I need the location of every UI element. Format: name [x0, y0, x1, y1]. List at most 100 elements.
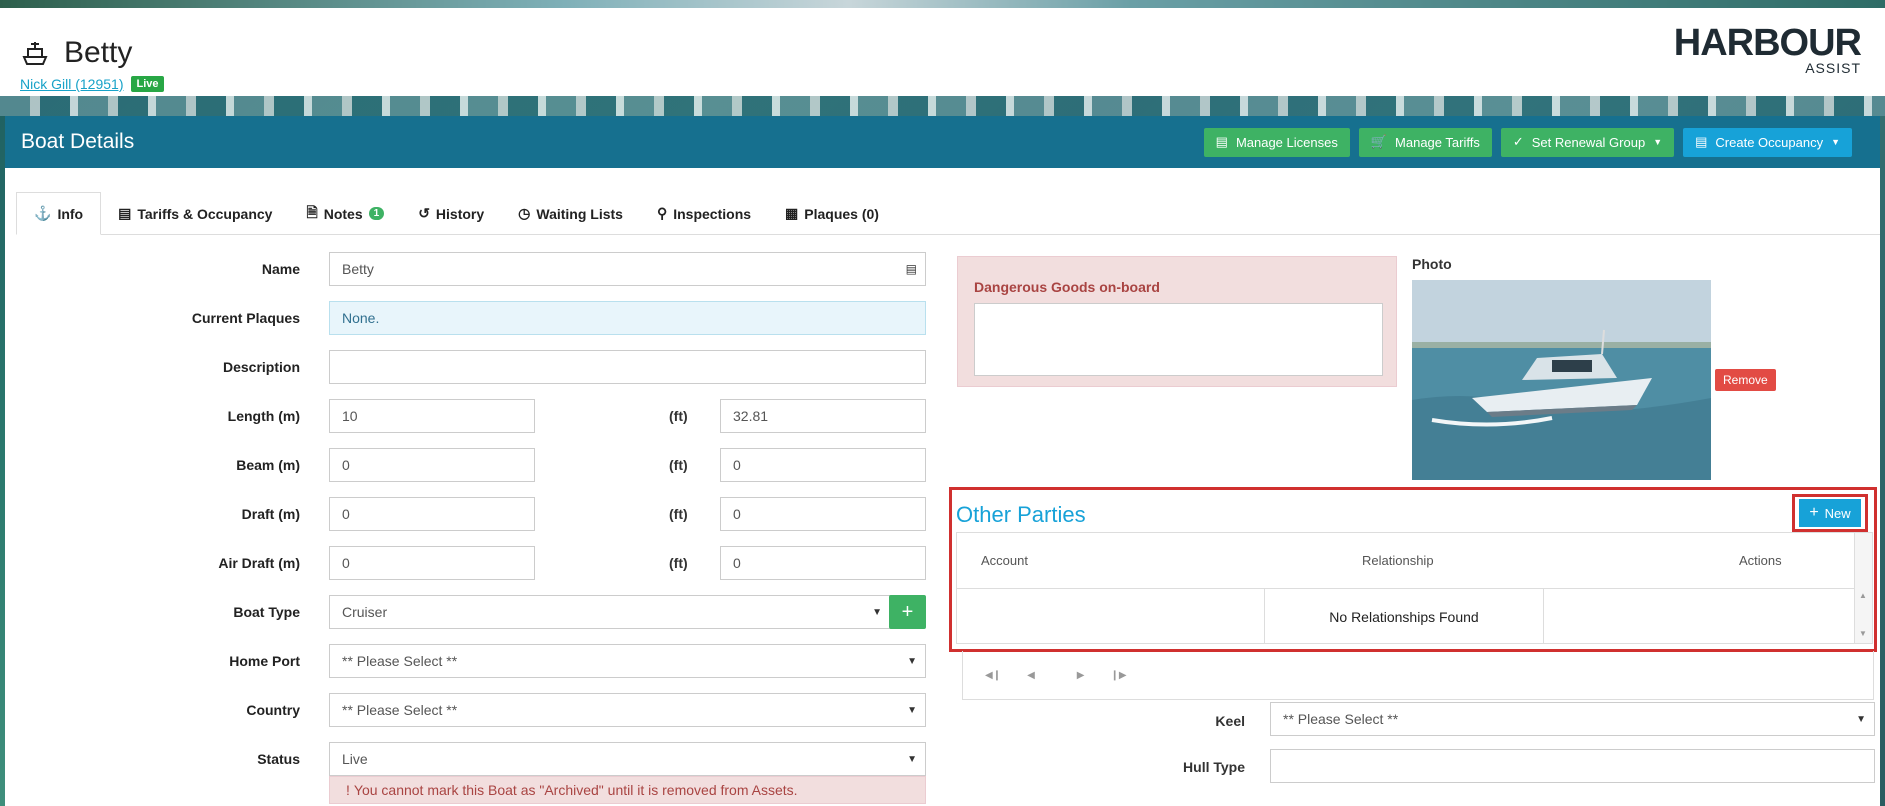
home-port-label: Home Port [229, 653, 300, 669]
tab-waiting-lists[interactable]: ◷ Waiting Lists [501, 192, 640, 235]
manage-licenses-button[interactable]: ▤ Manage Licenses [1203, 127, 1350, 157]
tab-label: Info [57, 205, 84, 222]
tab-tariffs-occupancy[interactable]: ▤ Tariffs & Occupancy [101, 192, 289, 235]
ft-label: (ft) [669, 555, 688, 571]
warning-icon: ! [346, 782, 350, 798]
description-label: Description [222, 359, 300, 375]
chevron-down-icon: ▼ [907, 753, 917, 765]
ft-label: (ft) [669, 457, 688, 473]
plus-icon: + [1809, 504, 1819, 521]
photo-label: Photo [1412, 256, 1452, 272]
new-party-button-highlight: + New [1792, 494, 1868, 532]
column-header-relationship[interactable]: Relationship [1362, 553, 1434, 568]
boat-details-panel: Boat Details ▤ Manage Licenses 🛒 Manage … [5, 116, 1880, 806]
owner-link[interactable]: Nick Gill (12951) [20, 76, 123, 92]
column-header-account[interactable]: Account [981, 553, 1028, 568]
tab-label: Plaques (0) [804, 205, 879, 222]
notes-count-badge: 1 [368, 207, 385, 220]
name-label: Name [261, 261, 300, 277]
manage-tariffs-button[interactable]: 🛒 Manage Tariffs [1358, 127, 1492, 157]
remove-photo-button[interactable]: Remove [1715, 369, 1776, 391]
caret-down-icon: ▼ [1653, 137, 1663, 147]
hull-type-input[interactable] [1270, 749, 1875, 783]
new-party-button[interactable]: + New [1799, 499, 1861, 527]
background-aerial-strip [0, 0, 1885, 8]
dangerous-goods-textarea[interactable] [974, 303, 1383, 376]
other-parties-table: Account Relationship Actions No Relation… [956, 532, 1873, 644]
next-page-icon[interactable]: ▶ [1077, 670, 1085, 681]
tab-history[interactable]: ↺ History [401, 192, 501, 235]
airdraft-ft-input[interactable]: 0 [720, 546, 926, 580]
country-label: Country [246, 702, 300, 718]
caret-down-icon: ▼ [1831, 137, 1840, 147]
scroll-up-icon[interactable]: ▲ [1859, 591, 1867, 600]
status-warning-text: You cannot mark this Boat as "Archived" … [353, 782, 798, 798]
draft-m-input[interactable]: 0 [329, 497, 535, 531]
tab-label: Inspections [673, 205, 752, 222]
airdraft-m-input[interactable]: 0 [329, 546, 535, 580]
first-page-icon[interactable]: ◀❙ [985, 670, 1001, 681]
table-scrollbar[interactable]: ▲ ▼ [1854, 533, 1872, 643]
create-occupancy-button[interactable]: ▤ Create Occupancy ▼ [1683, 127, 1852, 157]
boat-type-label: Boat Type [233, 604, 300, 620]
prev-page-icon[interactable]: ◀ [1027, 670, 1035, 681]
plaques-label: Current Plaques [191, 310, 300, 326]
cart-icon: 🛒 [1370, 134, 1388, 149]
home-port-value: ** Please Select ** [342, 653, 458, 669]
status-value: Live [342, 751, 368, 767]
beam-ft-input[interactable]: 0 [720, 448, 926, 482]
tab-plaques[interactable]: ▦ Plaques (0) [768, 192, 896, 235]
dangerous-goods-label: Dangerous Goods on-board [974, 279, 1160, 295]
history-icon: ↺ [418, 205, 430, 221]
length-ft-input[interactable]: 32.81 [720, 399, 926, 433]
set-renewal-group-label: Set Renewal Group [1531, 134, 1646, 150]
add-boat-type-button[interactable]: + [889, 595, 926, 629]
country-select[interactable]: ** Please Select ** ▼ [329, 693, 926, 727]
description-input[interactable] [329, 350, 926, 384]
tab-info[interactable]: ⚓ Info [16, 192, 102, 235]
length-label: Length (m) [227, 408, 300, 424]
hull-type-label: Hull Type [1183, 759, 1245, 775]
keel-select[interactable]: ** Please Select ** ▼ [1270, 702, 1875, 736]
boat-type-select[interactable]: Cruiser ▼ [329, 595, 891, 629]
country-value: ** Please Select ** [342, 702, 458, 718]
set-renewal-group-button[interactable]: ✓ Set Renewal Group ▼ [1500, 127, 1675, 157]
tab-label: History [435, 205, 485, 222]
boat-title: Betty [20, 36, 132, 70]
beam-m-input[interactable]: 0 [329, 448, 535, 482]
background-aerial-band [0, 96, 1885, 116]
length-m-input[interactable]: 10 [329, 399, 535, 433]
ft-label: (ft) [669, 506, 688, 522]
document-icon: 🗎 [306, 203, 318, 220]
home-port-select[interactable]: ** Please Select ** ▼ [329, 644, 926, 678]
license-icon: ▤ [1215, 134, 1228, 149]
boat-photo [1412, 280, 1711, 480]
table-header: Account Relationship Actions [957, 533, 1872, 589]
column-header-actions: Actions [1739, 553, 1782, 568]
empty-state: No Relationships Found [1264, 589, 1544, 644]
keel-value: ** Please Select ** [1283, 711, 1399, 727]
panel-actions: ▤ Manage Licenses 🛒 Manage Tariffs ✓ Set… [1203, 127, 1852, 157]
last-page-icon[interactable]: ❙▶ [1110, 670, 1126, 681]
create-occupancy-label: Create Occupancy [1715, 134, 1824, 150]
name-input[interactable]: Betty ▤ [329, 252, 926, 286]
boat-type-value: Cruiser [342, 604, 388, 620]
scroll-down-icon[interactable]: ▼ [1859, 629, 1867, 638]
draft-ft-input[interactable]: 0 [720, 497, 926, 531]
tab-inspections[interactable]: ⚲ Inspections [640, 192, 768, 235]
other-parties-title: Other Parties [956, 502, 1086, 527]
status-select[interactable]: Live ▼ [329, 742, 926, 776]
tab-notes[interactable]: 🗎 Notes 1 [289, 192, 401, 235]
status-badge: Live [131, 76, 164, 92]
page-title: Betty [64, 36, 133, 69]
clock-icon: ◷ [518, 205, 531, 221]
other-parties-section: Other Parties + New Account Relationship… [949, 487, 1877, 652]
status-label: Status [257, 751, 300, 767]
keel-label: Keel [1215, 713, 1245, 729]
manage-tariffs-label: Manage Tariffs [1395, 134, 1480, 150]
boat-icon [22, 42, 48, 65]
boat-photo-image [1412, 280, 1711, 480]
beam-label: Beam (m) [236, 457, 300, 473]
search-icon: ⚲ [656, 205, 668, 221]
check-circle-icon: ✓ [1512, 134, 1524, 149]
